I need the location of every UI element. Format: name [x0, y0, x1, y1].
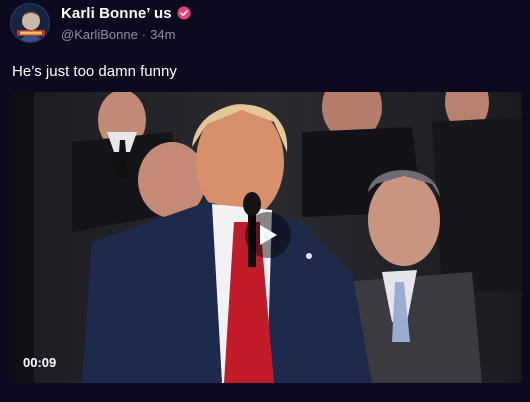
- video-player[interactable]: 00:09: [12, 92, 522, 383]
- post-timestamp[interactable]: 34m: [150, 27, 175, 42]
- avatar-image: [11, 4, 49, 42]
- post-card: Karli Bonne’ us @KarliBonne · 34m He’s j…: [0, 0, 530, 402]
- author-meta: @KarliBonne · 34m: [61, 27, 175, 42]
- play-button[interactable]: [245, 212, 291, 258]
- verified-badge-icon: [177, 6, 191, 20]
- play-icon: [260, 225, 277, 245]
- author-display-name[interactable]: Karli Bonne’ us: [61, 5, 172, 22]
- video-duration: 00:09: [23, 355, 57, 370]
- author-name-row: Karli Bonne’ us: [61, 4, 191, 22]
- post-body-text: He’s just too damn funny: [12, 63, 177, 80]
- author-handle[interactable]: @KarliBonne: [61, 27, 138, 42]
- author-avatar[interactable]: [10, 3, 50, 43]
- meta-separator: ·: [141, 27, 147, 42]
